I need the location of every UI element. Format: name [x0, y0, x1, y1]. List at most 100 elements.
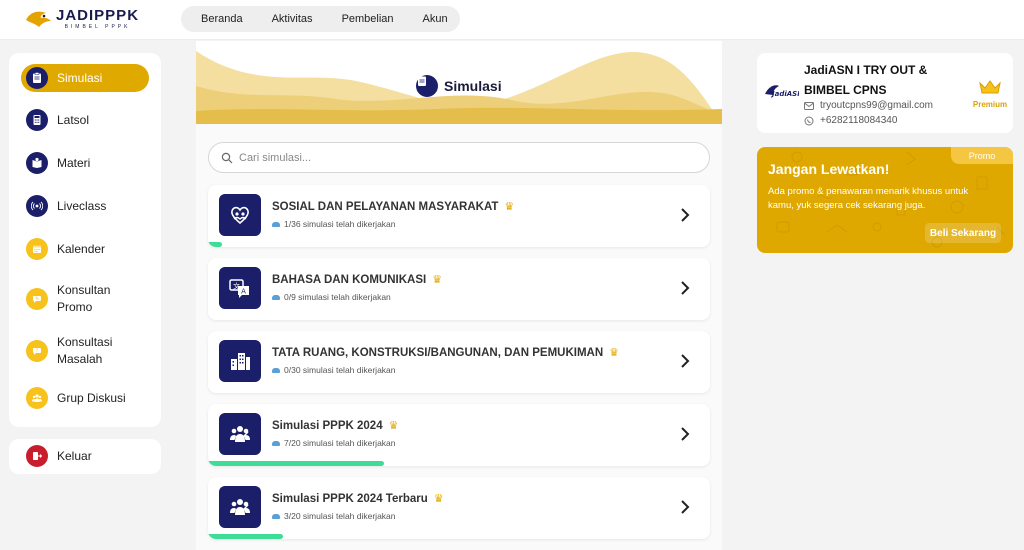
sidebar-item-kalender[interactable]: Kalender	[26, 238, 154, 260]
sidebar-item-label: Konsultan Promo	[57, 283, 111, 314]
card-progress-text: 0/30 simulasi telah dikerjakan	[284, 365, 396, 375]
progress-bar	[208, 461, 384, 466]
premium-badge: Premium	[972, 79, 1008, 109]
chat-question-icon: ?	[26, 340, 48, 362]
chevron-right-icon	[681, 281, 690, 295]
page-title: Simulasi	[416, 75, 502, 97]
crown-icon: ♛	[388, 420, 399, 432]
progress-bar	[208, 242, 223, 247]
sidebar: Simulasi Latsol Materi Liveclass Kalende…	[9, 53, 161, 427]
users-group-icon	[219, 486, 261, 528]
brand-name: JADIPPPK	[56, 7, 140, 24]
card-progress-text: 1/36 simulasi telah dikerjakan	[284, 219, 396, 229]
nav-beranda[interactable]: Beranda	[201, 13, 243, 25]
main-content: Simulasi SOSIAL DAN PELAYANAN MASYARAKAT…	[196, 41, 722, 550]
card-title: SOSIAL DAN PELAYANAN MASYARAKAT	[272, 200, 499, 213]
brand-tagline: BIMBEL PPPK	[64, 24, 131, 30]
logo-text: JadiASN	[770, 90, 799, 98]
crown-icon: ♛	[504, 201, 515, 213]
profile-name: JadiASN I TRY OUT & BIMBEL CPNS	[804, 63, 928, 97]
brand-logo[interactable]: JADIPPPK BIMBEL PPPK	[24, 8, 139, 30]
sidebar-item-label: Liveclass	[57, 198, 107, 213]
sidebar-item-latsol[interactable]: Latsol	[26, 109, 154, 131]
sidebar-item-label: Latsol	[57, 112, 90, 127]
sidebar-item-liveclass[interactable]: Liveclass	[26, 195, 154, 217]
crown-icon	[979, 80, 1001, 94]
sidebar-item-simulasi[interactable]: Simulasi	[21, 64, 149, 92]
chevron-right-icon	[681, 500, 690, 514]
sidebar-item-label: Grup Diskusi	[57, 390, 126, 405]
card-progress-text: 0/9 simulasi telah dikerjakan	[284, 292, 391, 302]
card-title: TATA RUANG, KONSTRUKSI/BANGUNAN, DAN PEM…	[272, 346, 604, 359]
buy-now-button[interactable]: Beli Sekarang	[925, 223, 1001, 243]
progress-info-icon	[272, 221, 280, 227]
page-header: Simulasi	[196, 41, 722, 124]
top-nav: Beranda Aktivitas Pembelian Akun	[181, 6, 460, 32]
chat-icon: %	[26, 288, 48, 310]
eagle-logo-icon	[26, 11, 51, 27]
svg-text:%: %	[35, 296, 39, 301]
logout-label: Keluar	[57, 448, 92, 463]
calculator-icon	[26, 109, 48, 131]
chevron-right-icon	[681, 427, 690, 441]
group-icon	[26, 387, 48, 409]
card-title: Simulasi PPPK 2024 Terbaru	[272, 492, 428, 505]
progress-info-icon	[272, 440, 280, 446]
crown-icon: ♛	[433, 493, 444, 505]
progress-info-icon	[272, 367, 280, 373]
logout-button[interactable]: Keluar	[26, 445, 154, 467]
whatsapp-icon	[804, 116, 814, 125]
sidebar-item-label: Materi	[57, 155, 91, 170]
progress-info-icon	[272, 294, 280, 300]
simulation-card[interactable]: TATA RUANG, KONSTRUKSI/BANGUNAN, DAN PEM…	[208, 331, 710, 393]
card-progress-text: 3/20 simulasi telah dikerjakan	[284, 511, 396, 521]
progress-bar	[208, 534, 284, 539]
users-group-icon	[219, 413, 261, 455]
sidebar-item-konsultasi-masalah[interactable]: ? Konsultasi Masalah	[26, 334, 136, 368]
simulation-card[interactable]: 文A BAHASA DAN KOMUNIKASI ♛ 0/9 simulasi …	[208, 258, 710, 320]
sidebar-item-grup-diskusi[interactable]: Grup Diskusi	[26, 387, 154, 409]
crown-icon: ♛	[432, 274, 443, 286]
profile-card: JadiASN JadiASN I TRY OUT & BIMBEL CPNS …	[757, 53, 1013, 133]
simulation-card[interactable]: Simulasi PPPK 2024 ♛ 7/20 simulasi telah…	[208, 404, 710, 466]
book-icon	[26, 152, 48, 174]
simulation-card[interactable]: Simulasi PPPK 2024 Terbaru ♛ 3/20 simula…	[208, 477, 710, 539]
jadiasn-logo: JadiASN	[765, 85, 799, 98]
promo-title: Jangan Lewatkan!	[768, 161, 890, 177]
sidebar-item-label: Kalender	[57, 241, 106, 256]
card-title: Simulasi PPPK 2024	[272, 419, 383, 432]
crown-icon: ♛	[609, 347, 620, 359]
search-icon	[221, 152, 233, 163]
search-bar	[208, 142, 710, 173]
card-title: BAHASA DAN KOMUNIKASI	[272, 273, 427, 286]
broadcast-icon	[26, 195, 48, 217]
nav-pembelian[interactable]: Pembelian	[342, 13, 394, 25]
simulation-card[interactable]: SOSIAL DAN PELAYANAN MASYARAKAT ♛ 1/36 s…	[208, 185, 710, 247]
svg-text:A: A	[241, 288, 246, 296]
nav-akun[interactable]: Akun	[423, 13, 448, 25]
buildings-icon	[219, 340, 261, 382]
promo-badge: Promo	[951, 147, 1013, 164]
premium-label: Premium	[972, 100, 1008, 109]
sidebar-item-materi[interactable]: Materi	[26, 152, 154, 174]
sidebar-item-konsultan-promo[interactable]: % Konsultan Promo	[26, 282, 136, 316]
mail-icon	[804, 101, 814, 110]
nav-aktivitas[interactable]: Aktivitas	[272, 13, 313, 25]
calendar-icon	[26, 238, 48, 260]
top-bar: JADIPPPK BIMBEL PPPK Beranda Aktivitas P…	[0, 0, 1024, 40]
profile-phone: +6282118084340	[820, 115, 898, 126]
profile-email: tryoutcpns99@gmail.com	[820, 100, 933, 111]
promo-banner: Promo Jangan Lewatkan! Ada promo & penaw…	[757, 147, 1013, 253]
chevron-right-icon	[681, 354, 690, 368]
clipboard-icon	[26, 67, 48, 89]
logout-icon	[26, 445, 48, 467]
promo-text: Ada promo & penawaran menarik khusus unt…	[768, 186, 969, 211]
language-communication-icon: 文A	[219, 267, 261, 309]
logout-panel: Keluar	[9, 439, 161, 474]
sidebar-item-label: Simulasi	[57, 70, 103, 85]
social-service-icon	[219, 194, 261, 236]
search-input[interactable]	[239, 151, 679, 164]
card-progress-text: 7/20 simulasi telah dikerjakan	[284, 438, 396, 448]
progress-info-icon	[272, 513, 280, 519]
sidebar-item-label: Konsultasi Masalah	[57, 335, 113, 366]
